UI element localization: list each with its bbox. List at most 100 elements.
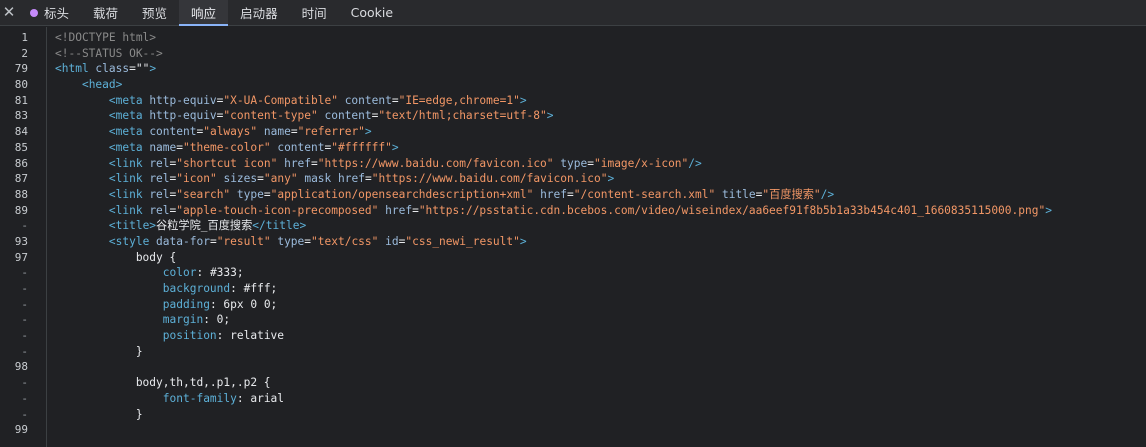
code-token: >	[1045, 203, 1052, 217]
line-number: 87	[14, 172, 28, 186]
code-line: body,th,td,.p1,.p2 {	[55, 375, 1146, 391]
code-line: <link rel="icon" sizes="any" mask href="…	[55, 171, 1146, 187]
code-token: "always"	[203, 125, 258, 139]
line-number: 79	[14, 62, 28, 76]
code-token: =	[257, 172, 264, 186]
code-token: <meta	[108, 109, 150, 123]
code-token: font-family	[162, 391, 237, 405]
tab-initiator[interactable]: 启动器	[228, 0, 290, 25]
code-token: <!--STATUS OK-->	[55, 46, 163, 60]
code-token: content	[324, 109, 372, 123]
response-source-viewer: 1 2 79 80 81 83 84 85 86 87 88 89-93 97- - - - - -98- - -99…	[0, 27, 1146, 447]
code-token: "IE=edge,chrome=1"	[398, 93, 520, 107]
code-token: "search"	[176, 187, 231, 201]
tab-list: 标头 载荷 预览 响应 启动器 时间 Cookie	[18, 0, 405, 26]
line-number: 83	[14, 109, 28, 123]
code-token: =	[290, 125, 298, 139]
close-icon[interactable]: ✕	[0, 0, 18, 25]
code-token: >	[149, 62, 157, 76]
code-token: : #fff;	[230, 282, 278, 295]
tab-preview[interactable]: 预览	[130, 0, 179, 25]
line-number: -	[21, 297, 28, 311]
code-token: : 0;	[203, 313, 231, 327]
code-token: >	[607, 172, 615, 186]
tab-timing[interactable]: 时间	[290, 0, 339, 25]
code-token: content	[149, 125, 197, 139]
code-token: "content-type"	[223, 109, 318, 123]
code-line: <link rel="shortcut icon" href="https://…	[55, 156, 1146, 172]
code-token: <link	[108, 156, 150, 170]
line-number: 81	[14, 93, 28, 107]
line-number: 99	[14, 423, 28, 437]
code-token: type	[560, 156, 588, 170]
tab-label: Cookie	[350, 5, 394, 20]
line-number: 85	[14, 140, 28, 154]
code-token: =	[311, 156, 318, 170]
code-token: mask href	[304, 172, 365, 186]
code-token: =	[364, 172, 372, 186]
code-token: "application/opensearchdescription+xml"	[270, 187, 534, 201]
code-token: "shortcut icon"	[176, 156, 278, 170]
code-token: body,th,td,.p1,.p2 {	[55, 376, 271, 390]
code-token: rel	[149, 156, 170, 170]
code-token: <link	[108, 172, 150, 186]
code-token: "https://www.baidu.com/favicon.ico"	[317, 156, 554, 170]
tab-response[interactable]: 响应	[179, 0, 229, 26]
code-line: <style data-for="result" type="text/css"…	[55, 234, 1146, 250]
code-token: rel	[149, 172, 170, 186]
code-line: font-family: arial	[55, 391, 1146, 407]
code-token: "theme-color"	[183, 140, 271, 154]
code-token: color	[162, 266, 197, 280]
code-token: rel	[149, 203, 170, 217]
code-token: "text/css"	[311, 234, 379, 248]
tab-label: 响应	[191, 6, 217, 21]
line-number: 84	[14, 125, 28, 139]
code-token: =	[412, 203, 419, 217]
tab-cookies[interactable]: Cookie	[339, 0, 405, 25]
code-token: "result"	[216, 234, 271, 248]
code-token: <!DOCTYPE html>	[55, 31, 157, 44]
code-token: "apple-touch-icon-precomposed"	[176, 203, 379, 217]
code-token: >	[391, 140, 399, 154]
code-line: <head>	[55, 77, 1146, 93]
code-token: type	[277, 234, 305, 248]
line-number: -	[21, 376, 28, 390]
code-token: http-equiv	[149, 109, 217, 123]
code-line: <link rel="search" type="application/ope…	[55, 187, 1146, 203]
line-number: -	[21, 329, 28, 343]
code-token: "https://psstatic.cdn.bcebos.com/video/w…	[418, 203, 1046, 217]
code-token: =	[263, 187, 271, 201]
code-token: title	[721, 187, 756, 201]
code-line: <!DOCTYPE html>	[55, 30, 1146, 46]
code-token: </title>	[252, 219, 307, 233]
code-line: <html class="">	[55, 61, 1146, 77]
code-token: >	[364, 125, 372, 139]
tab-headers[interactable]: 标头	[18, 0, 81, 25]
code-line: padding: 6px 0 0;	[55, 297, 1146, 313]
tab-label: 预览	[142, 6, 168, 21]
line-number: -	[21, 313, 28, 327]
line-number: 98	[14, 360, 28, 374]
code-line: <!--STATUS OK-->	[55, 46, 1146, 62]
code-token: name	[263, 125, 291, 139]
code-token: 谷粒学院_百度搜索	[156, 219, 253, 233]
code-token: http-equiv	[149, 93, 217, 107]
tab-payload[interactable]: 载荷	[81, 0, 130, 25]
line-number: -	[21, 282, 28, 295]
code-token: rel	[149, 187, 170, 201]
code-area[interactable]: <!DOCTYPE html> <!--STATUS OK--> <html cla…	[47, 27, 1146, 447]
code-token: >	[546, 109, 554, 123]
code-line: }	[55, 344, 1146, 360]
code-token: content	[277, 140, 325, 154]
code-token: "icon"	[176, 172, 217, 186]
code-line: <meta content="always" name="referrer">	[55, 124, 1146, 140]
